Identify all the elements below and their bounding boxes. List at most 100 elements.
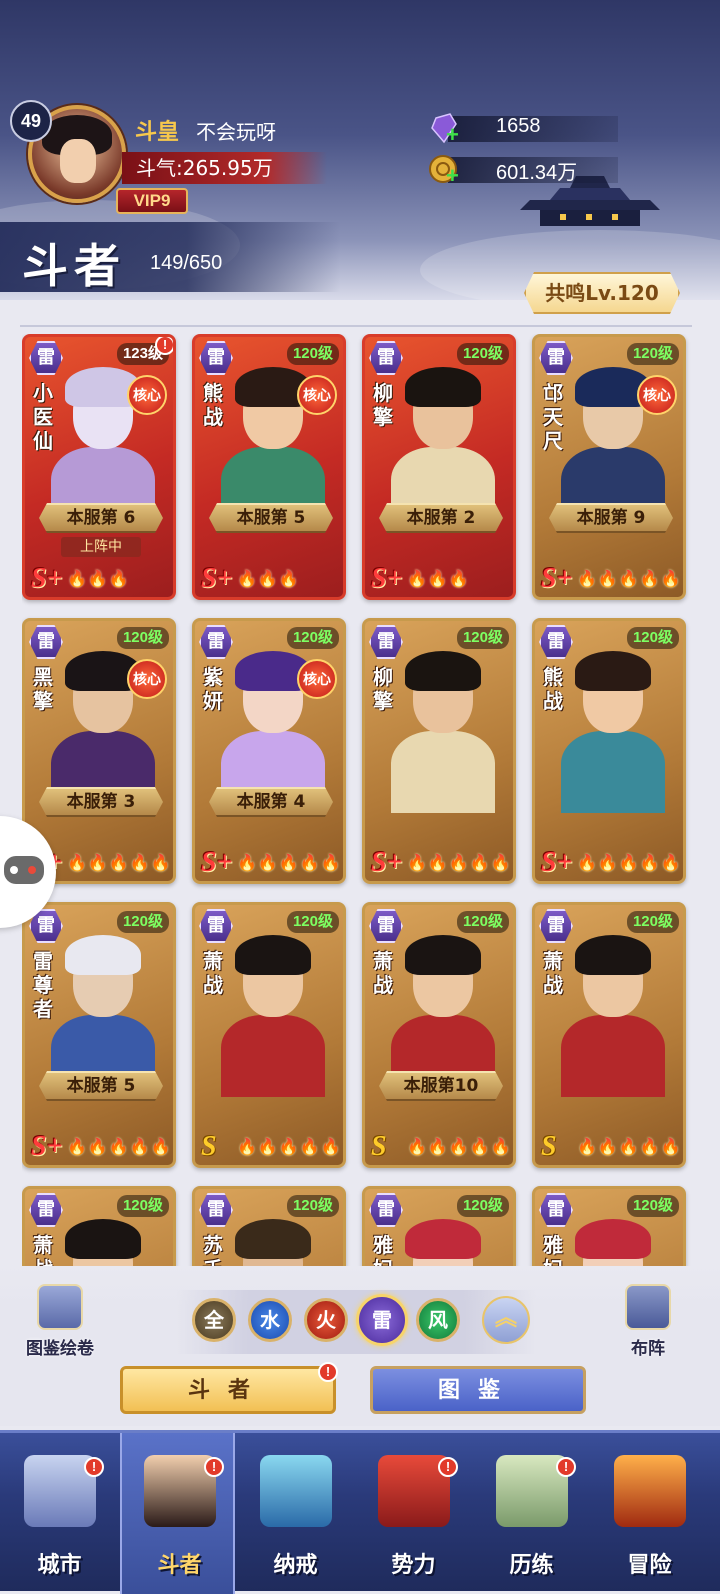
hero-card[interactable]: 雷 120级 邙天尺 核心 本服第 9 S+ 🔥🔥🔥🔥🔥 bbox=[532, 334, 686, 600]
nav-item-label: 斗者 bbox=[157, 1553, 202, 1578]
vip-badge[interactable]: VIP9 bbox=[116, 188, 188, 214]
hero-card[interactable]: 雷 120级萧战 bbox=[22, 1186, 176, 1266]
hero-flame-stars: 🔥🔥🔥🔥🔥 bbox=[577, 853, 682, 872]
hero-flame-stars: 🔥🔥🔥🔥🔥 bbox=[237, 1137, 342, 1156]
hero-card[interactable]: 雷 120级苏千 bbox=[192, 1186, 346, 1266]
hero-name: 萧战 bbox=[543, 949, 563, 997]
hero-name: 熊战 bbox=[543, 665, 563, 713]
tab-heroes[interactable]: 斗者 bbox=[120, 1366, 336, 1414]
thunder-element-icon: 雷 bbox=[199, 1193, 233, 1227]
formation-button[interactable]: 布阵 bbox=[598, 1284, 698, 1362]
hero-alert-icon: ! bbox=[155, 337, 173, 355]
hero-card[interactable]: 雷 123级! 小医仙 核心 本服第 6 上阵中 S+ 🔥🔥🔥 bbox=[22, 334, 176, 600]
hero-level: 120级 bbox=[456, 627, 509, 649]
thunder-element-icon: 雷 bbox=[369, 1193, 403, 1227]
hero-card[interactable]: 雷 120级 紫妍 核心 本服第 4 S+ 🔥🔥🔥🔥🔥 bbox=[192, 618, 346, 884]
hero-card[interactable]: 雷 120级 熊战 S+ 🔥🔥🔥🔥🔥 bbox=[532, 618, 686, 884]
hero-name: 小医仙 bbox=[33, 381, 53, 453]
filter-wind[interactable]: 风 bbox=[416, 1298, 460, 1342]
hero-portrait bbox=[553, 1211, 673, 1266]
hero-grade: S+ bbox=[371, 847, 403, 878]
hero-level: 120级 bbox=[286, 343, 339, 365]
filter-water[interactable]: 水 bbox=[248, 1298, 292, 1342]
formation-label: 布阵 bbox=[631, 1339, 665, 1359]
filter-fire[interactable]: 火 bbox=[304, 1298, 348, 1342]
thunder-element-icon: 雷 bbox=[369, 909, 403, 943]
hero-portrait bbox=[383, 643, 503, 813]
thunder-element-icon: 雷 bbox=[369, 625, 403, 659]
nav-item-label: 纳戒 bbox=[273, 1553, 318, 1578]
thunder-element-icon: 雷 bbox=[29, 625, 63, 659]
nav-item-ring[interactable]: 纳戒 bbox=[238, 1433, 353, 1594]
hero-level: 120级 bbox=[116, 1195, 169, 1217]
nav-item-faction[interactable]: ! 势力 bbox=[356, 1433, 471, 1594]
add-gold-icon[interactable]: + bbox=[446, 165, 459, 187]
codex-scroll-button[interactable]: 图鉴绘卷 bbox=[10, 1284, 110, 1362]
hero-portrait bbox=[383, 1211, 503, 1266]
nav-item-training[interactable]: ! 历练 bbox=[474, 1433, 589, 1594]
hero-level: 120级 bbox=[456, 911, 509, 933]
hero-name: 苏千 bbox=[203, 1233, 223, 1266]
hero-name: 雷尊者 bbox=[33, 949, 53, 1021]
server-rank-ribbon: 本服第 9 bbox=[549, 503, 673, 533]
hero-flame-stars: 🔥🔥🔥 bbox=[67, 569, 130, 588]
nav-item-adventure[interactable]: 冒险 bbox=[592, 1433, 707, 1594]
hero-level: 120级 bbox=[626, 1195, 679, 1217]
thunder-element-icon: 雷 bbox=[199, 625, 233, 659]
gem-resource[interactable]: + 1658 bbox=[428, 112, 688, 146]
player-level-badge: 49 bbox=[10, 100, 52, 142]
nav-item-heroes[interactable]: ! 斗者 bbox=[120, 1433, 235, 1594]
filter-all[interactable]: 全 bbox=[192, 1298, 236, 1342]
hero-level: 120级 bbox=[286, 911, 339, 933]
hero-level: 120级 bbox=[626, 343, 679, 365]
nav-item-label: 势力 bbox=[391, 1553, 436, 1578]
hero-card[interactable]: 雷 120级 萧战 S 🔥🔥🔥🔥🔥 bbox=[192, 902, 346, 1168]
collapse-filter-button[interactable]: ︽ bbox=[482, 1296, 530, 1344]
thunder-element-icon: 雷 bbox=[539, 1193, 573, 1227]
hero-card[interactable]: 雷 120级 萧战 S 🔥🔥🔥🔥🔥 bbox=[532, 902, 686, 1168]
hero-portrait bbox=[553, 643, 673, 813]
hero-card[interactable]: 雷 120级雅妃 bbox=[532, 1186, 686, 1266]
hero-grade: S+ bbox=[541, 847, 573, 878]
section-header: 斗者 149/650 bbox=[0, 222, 340, 293]
nav-item-label: 城市 bbox=[37, 1553, 82, 1578]
hero-card[interactable]: 雷 120级雅妃 bbox=[362, 1186, 516, 1266]
hero-grade: S bbox=[371, 1131, 387, 1162]
bottom-nav: ! 城市! 斗者 纳戒! 势力 ! 历练 冒险 bbox=[0, 1430, 720, 1594]
hero-grade: S+ bbox=[371, 563, 403, 594]
hero-grade: S+ bbox=[541, 563, 573, 594]
codex-scroll-label: 图鉴绘卷 bbox=[26, 1339, 94, 1359]
hero-grade: S bbox=[201, 1131, 217, 1162]
hero-count: 149/650 bbox=[150, 252, 223, 274]
resonance-button[interactable]: 共鸣Lv.120 bbox=[524, 272, 680, 314]
hero-name: 紫妍 bbox=[203, 665, 223, 713]
hero-card[interactable]: 雷 120级 熊战 核心 本服第 5 S+ 🔥🔥🔥 bbox=[192, 334, 346, 600]
hero-card[interactable]: 雷 120级 柳擎 S+ 🔥🔥🔥🔥🔥 bbox=[362, 618, 516, 884]
hero-card[interactable]: 雷 120级 雷尊者 本服第 5 S+ 🔥🔥🔥🔥🔥 bbox=[22, 902, 176, 1168]
thunder-element-icon: 雷 bbox=[29, 1193, 63, 1227]
hero-name: 柳擎 bbox=[373, 381, 393, 429]
hero-level: 120级 bbox=[116, 627, 169, 649]
thunder-element-icon: 雷 bbox=[539, 341, 573, 375]
hero-name: 邙天尺 bbox=[543, 381, 563, 453]
filter-thunder[interactable]: 雷 bbox=[356, 1294, 408, 1346]
hero-card[interactable]: 雷 120级 柳擎 本服第 2 S+ 🔥🔥🔥 bbox=[362, 334, 516, 600]
add-gem-icon[interactable]: + bbox=[446, 124, 459, 146]
hero-portrait bbox=[213, 927, 333, 1097]
hero-card[interactable]: 雷 120级 萧战 本服第10 S 🔥🔥🔥🔥🔥 bbox=[362, 902, 516, 1168]
tab-codex[interactable]: 图鉴 bbox=[370, 1366, 586, 1414]
hero-card-grid[interactable]: 雷 123级! 小医仙 核心 本服第 6 上阵中 S+ 🔥🔥🔥 雷 120级 熊战 核心 本服第 5S… bbox=[22, 334, 698, 1266]
page-title: 斗者 bbox=[22, 239, 126, 293]
gamepad-icon bbox=[4, 856, 44, 884]
hero-name: 雅妃 bbox=[543, 1233, 563, 1266]
nav-item-label: 冒险 bbox=[627, 1553, 672, 1578]
hero-name: 熊战 bbox=[203, 381, 223, 429]
hero-flame-stars: 🔥🔥🔥 bbox=[237, 569, 300, 588]
nav-item-city[interactable]: ! 城市 bbox=[2, 1433, 117, 1594]
core-badge: 核心 bbox=[297, 659, 337, 699]
server-rank-ribbon: 本服第 2 bbox=[379, 503, 503, 533]
nav-alert-icon: ! bbox=[438, 1457, 458, 1477]
gold-resource[interactable]: + 601.34万 bbox=[428, 153, 688, 187]
adventure-icon bbox=[614, 1455, 686, 1527]
ring-icon bbox=[260, 1455, 332, 1527]
